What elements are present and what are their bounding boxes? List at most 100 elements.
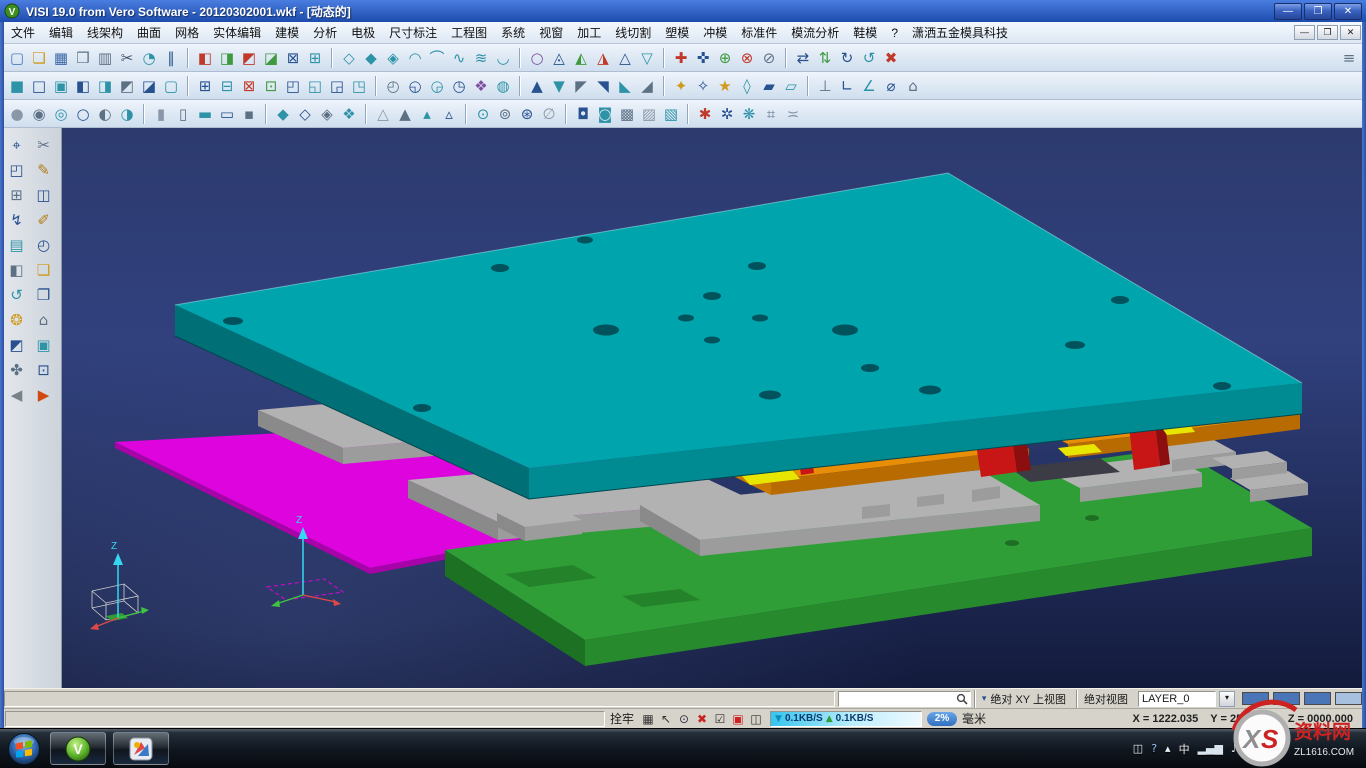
toolbar3-icon-11[interactable]: ▪	[238, 103, 260, 125]
toolbar1-icon-32[interactable]: ✚	[670, 47, 692, 69]
toolbar2-icon-30[interactable]: ◢	[636, 75, 658, 97]
toolbar2-icon-19[interactable]: ◵	[404, 75, 426, 97]
minimize-button[interactable]: —	[1274, 3, 1302, 20]
toolbar2-icon-9[interactable]: ⊞	[194, 75, 216, 97]
toolbar1-icon-21[interactable]: ∿	[448, 47, 470, 69]
toolbar1-icon-40[interactable]: ↻	[836, 47, 858, 69]
menu-item-3[interactable]: 曲面	[130, 21, 168, 44]
toolbar1-icon-9[interactable]: ◧	[194, 47, 216, 69]
toolbar3-icon-37[interactable]: ⌗	[760, 103, 782, 125]
sidebar-tool-icon-13[interactable]: ❐	[30, 283, 57, 308]
sidebar-tool-icon-7[interactable]: ✐	[30, 208, 57, 233]
sidebar-tool-icon-1[interactable]: ✂	[30, 133, 57, 158]
sidebar-tool-icon-16[interactable]: ◩	[3, 333, 30, 358]
toolbar3-icon-26[interactable]: ∅	[538, 103, 560, 125]
toolbar3-icon-7[interactable]: ▮	[150, 103, 172, 125]
menu-item-4[interactable]: 网格	[168, 21, 206, 44]
menu-item-13[interactable]: 加工	[570, 21, 608, 44]
toolbar1-icon-13[interactable]: ⊠	[282, 47, 304, 69]
toolbar2-icon-33[interactable]: ✧	[692, 75, 714, 97]
toolbar1-icon-4[interactable]: ▥	[94, 47, 116, 69]
menu-item-2[interactable]: 线架构	[80, 21, 130, 44]
toolbar1-icon-2[interactable]: ▦	[50, 47, 72, 69]
toolbar1-icon-39[interactable]: ⇅	[814, 47, 836, 69]
toolbar2-icon-1[interactable]: □	[28, 75, 50, 97]
maximize-button[interactable]: ❐	[1304, 3, 1332, 20]
toolbar3-icon-32[interactable]: ▧	[660, 103, 682, 125]
toolbar2-icon-15[interactable]: ◲	[326, 75, 348, 97]
toolbar1-icon-44[interactable]: ≡	[1338, 47, 1360, 69]
toolbar3-icon-24[interactable]: ⊚	[494, 103, 516, 125]
toolbar3-icon-29[interactable]: ◙	[594, 103, 616, 125]
toolbar2-icon-18[interactable]: ◴	[382, 75, 404, 97]
menu-item-9[interactable]: 尺寸标注	[382, 21, 444, 44]
toolbar3-icon-3[interactable]: ○	[72, 103, 94, 125]
mdi-restore-button[interactable]: ❐	[1317, 25, 1338, 40]
toolbar1-icon-7[interactable]: ∥	[160, 47, 182, 69]
menu-item-17[interactable]: 标准件	[734, 21, 784, 44]
sidebar-tool-icon-4[interactable]: ⊞	[3, 183, 30, 208]
sidebar-tool-icon-5[interactable]: ◫	[30, 183, 57, 208]
toolbar2-icon-11[interactable]: ⊠	[238, 75, 260, 97]
toolbar3-icon-0[interactable]: ●	[6, 103, 28, 125]
toolbar2-icon-20[interactable]: ◶	[426, 75, 448, 97]
toolbar3-icon-2[interactable]: ◎	[50, 103, 72, 125]
toolbar3-icon-18[interactable]: △	[372, 103, 394, 125]
close-button[interactable]: ✕	[1334, 3, 1362, 20]
toolbar2-icon-5[interactable]: ◩	[116, 75, 138, 97]
sidebar-tool-icon-17[interactable]: ▣	[30, 333, 57, 358]
color-swatch-0[interactable]	[1242, 692, 1269, 705]
toolbar3-icon-36[interactable]: ❋	[738, 103, 760, 125]
toolbar1-icon-28[interactable]: ◮	[592, 47, 614, 69]
sidebar-tool-icon-15[interactable]: ⌂	[30, 308, 57, 333]
toolbar2-icon-42[interactable]: ⌀	[880, 75, 902, 97]
menu-item-1[interactable]: 编辑	[42, 21, 80, 44]
toolbar1-icon-6[interactable]: ◔	[138, 47, 160, 69]
toolbar2-icon-3[interactable]: ◧	[72, 75, 94, 97]
sidebar-tool-icon-6[interactable]: ↯	[3, 208, 30, 233]
color-swatch-2[interactable]	[1304, 692, 1331, 705]
snap-tool-icon-2[interactable]: ⊙	[675, 711, 693, 727]
toolbar1-icon-42[interactable]: ✖	[880, 47, 902, 69]
menu-item-15[interactable]: 塑模	[658, 21, 696, 44]
menu-item-21[interactable]: 潇洒五金模具科技	[905, 21, 1015, 44]
snap-tool-icon-5[interactable]: ▣	[729, 711, 747, 727]
toolbar1-icon-22[interactable]: ≋	[470, 47, 492, 69]
toolbar3-icon-28[interactable]: ◘	[572, 103, 594, 125]
sidebar-tool-icon-14[interactable]: ❂	[3, 308, 30, 333]
toolbar3-icon-21[interactable]: ▵	[438, 103, 460, 125]
toolbar1-icon-26[interactable]: ◬	[548, 47, 570, 69]
sidebar-tool-icon-11[interactable]: ❏	[30, 258, 57, 283]
toolbar1-icon-1[interactable]: ❏	[28, 47, 50, 69]
menu-item-7[interactable]: 分析	[306, 21, 344, 44]
toolbar2-icon-22[interactable]: ❖	[470, 75, 492, 97]
toolbar1-icon-29[interactable]: △	[614, 47, 636, 69]
sidebar-tool-icon-18[interactable]: ✤	[3, 358, 30, 383]
color-swatch-1[interactable]	[1273, 692, 1300, 705]
toolbar1-icon-12[interactable]: ◪	[260, 47, 282, 69]
toolbar1-icon-16[interactable]: ◇	[338, 47, 360, 69]
toolbar2-icon-41[interactable]: ∠	[858, 75, 880, 97]
toolbar3-icon-30[interactable]: ▩	[616, 103, 638, 125]
toolbar2-icon-10[interactable]: ⊟	[216, 75, 238, 97]
snap-tool-icon-4[interactable]: ☑	[711, 711, 729, 727]
toolbar2-icon-7[interactable]: ▢	[160, 75, 182, 97]
sidebar-tool-icon-2[interactable]: ◰	[3, 158, 30, 183]
toolbar3-icon-1[interactable]: ◉	[28, 103, 50, 125]
toolbar3-icon-15[interactable]: ◈	[316, 103, 338, 125]
toolbar2-icon-29[interactable]: ◣	[614, 75, 636, 97]
toolbar2-icon-43[interactable]: ⌂	[902, 75, 924, 97]
color-swatch-3[interactable]	[1335, 692, 1362, 705]
snap-tool-icon-3[interactable]: ✖	[693, 711, 711, 727]
toolbar2-icon-4[interactable]: ◨	[94, 75, 116, 97]
tray-icon-4[interactable]: ▂▄▆	[1198, 742, 1223, 755]
toolbar1-icon-25[interactable]: ○	[526, 47, 548, 69]
snap-mode-label[interactable]: 拴牢	[610, 710, 634, 727]
sidebar-tool-icon-10[interactable]: ◧	[3, 258, 30, 283]
menu-item-20[interactable]: ?	[884, 23, 905, 43]
toolbar2-icon-14[interactable]: ◱	[304, 75, 326, 97]
toolbar1-icon-18[interactable]: ◈	[382, 47, 404, 69]
sidebar-tool-icon-20[interactable]: ◀	[3, 383, 30, 408]
toolbar2-icon-40[interactable]: ∟	[836, 75, 858, 97]
sidebar-tool-icon-19[interactable]: ⊡	[30, 358, 57, 383]
